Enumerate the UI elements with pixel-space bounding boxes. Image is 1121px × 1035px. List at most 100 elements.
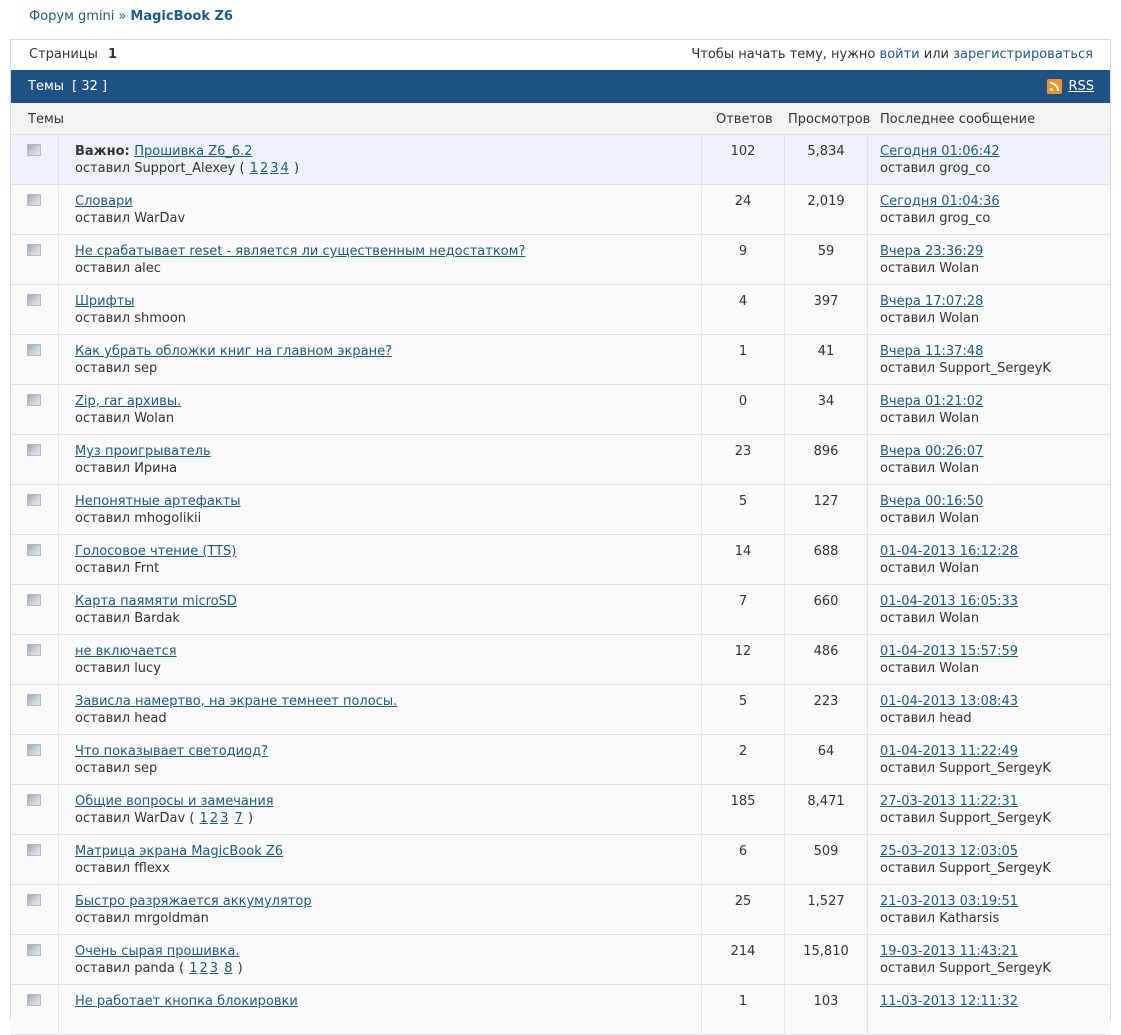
topic-icon-cell [11,635,59,684]
topic-page-link[interactable]: 2 [200,961,208,976]
login-link[interactable]: войти [880,47,920,62]
topic-link[interactable]: Быстро разряжается аккумулятор [75,894,312,909]
topic-link[interactable]: Как убрать обложки книг на главном экран… [75,344,392,359]
last-post-link[interactable]: 01-04-2013 16:12:28 [880,544,1018,559]
last-post-date: 01-04-2013 11:22:49 [880,744,1018,759]
topic-author: оставил mhogolikii [75,511,202,526]
topic-author: оставил Support_Alexey ( 1234 ) [75,161,300,176]
topic-pages: ( 123 7 ) [185,811,254,826]
topic-link[interactable]: Zip, rar архивы. [75,394,181,409]
topic-link[interactable]: Очень сырая прошивка. [75,944,239,959]
topic-rows: Важно: Прошивка Z6_6.2 оставил Support_Al… [11,135,1110,1035]
views-cell: 15,810 [785,935,868,984]
topic-icon-cell [11,685,59,734]
topic-link[interactable]: Зависла намертво, на экране темнеет поло… [75,694,397,709]
last-post-cell: Вчера 17:07:28 оставил Wolan [868,285,1108,334]
last-post-author: оставил Support_SergeyK [880,861,1051,876]
last-post-link[interactable]: 27-03-2013 11:22:31 [880,794,1018,809]
last-post-date: Вчера 17:07:28 [880,294,983,309]
topic-title-line: Что показывает светодиод? [75,744,268,759]
last-post-link[interactable]: 19-03-2013 11:43:21 [880,944,1018,959]
topic-link[interactable]: Прошивка Z6_6.2 [134,144,252,159]
rss-link[interactable]: RSS [1068,70,1094,103]
topic-row: Что показывает светодиод? оставил sep 2 64 0… [11,735,1110,785]
topic-link[interactable]: Не работает кнопка блокировки [75,994,298,1009]
replies-count: 1 [738,994,748,1009]
topic-title-line: Zip, rar архивы. [75,394,181,409]
last-post-link[interactable]: 01-04-2013 15:57:59 [880,644,1018,659]
topic-page-link[interactable]: 2 [260,161,268,176]
topic-title-cell: Общие вопросы и замечания оставил WarDav … [58,785,702,834]
topic-link[interactable]: Что показывает светодиод? [75,744,268,759]
topic-link[interactable]: не включается [75,644,177,659]
topic-author: оставил Bardak [75,611,180,626]
last-post-link[interactable]: Вчера 00:16:50 [880,494,983,509]
topic-page-link[interactable]: 2 [210,811,218,826]
topic-page-link[interactable]: 1 [250,161,258,176]
last-post-link[interactable]: 01-04-2013 16:05:33 [880,594,1018,609]
topic-link[interactable]: Словари [75,194,133,209]
last-post-link[interactable]: Вчера 23:36:29 [880,244,983,259]
last-post-link[interactable]: Вчера 11:37:48 [880,344,983,359]
breadcrumb-forum-link[interactable]: Форум gmini [29,9,114,24]
topic-title-cell: Как убрать обложки книг на главном экран… [58,335,702,384]
topic-title-cell: Важно: Прошивка Z6_6.2 оставил Support_Al… [58,135,702,184]
topic-title-cell: Муз проигрыватель оставил Ирина [58,435,702,484]
topic-status-icon [27,644,41,656]
last-post-link[interactable]: Вчера 17:07:28 [880,294,983,309]
last-post-cell: 27-03-2013 11:22:31 оставил Support_Serge… [868,785,1108,834]
topic-link[interactable]: Карта паямяти microSD [75,594,237,609]
topic-row: Муз проигрыватель оставил Ирина 23 896 Вчера… [11,435,1110,485]
topic-page-link[interactable]: 3 [220,811,228,826]
replies-count: 7 [738,594,748,609]
last-post-link[interactable]: Вчера 00:26:07 [880,444,983,459]
rss-icon[interactable] [1047,79,1063,94]
replies-count: 14 [734,544,752,559]
topic-status-icon [27,344,41,356]
pagination-label: Страницы [29,47,98,62]
last-post-date: 27-03-2013 11:22:31 [880,794,1018,809]
last-post-link[interactable]: 11-03-2013 12:11:32 [880,994,1018,1009]
replies-cell: 0 [702,385,785,434]
topic-title-cell: Матрица экрана MagicBook Z6 оставил fflex… [58,835,702,884]
views-cell: 103 [785,985,868,1034]
topic-link[interactable]: Общие вопросы и замечания [75,794,274,809]
last-post-author: оставил head [880,711,972,726]
topic-link[interactable]: Голосовое чтение (TTS) [75,544,236,559]
last-post-author: оставил Wolan [880,611,980,626]
last-post-link[interactable]: 21-03-2013 03:19:51 [880,894,1018,909]
topic-title-cell: Голосовое чтение (TTS) оставил Frnt [58,535,702,584]
topic-page-link[interactable]: 3 [210,961,218,976]
topic-title-line: Зависла намертво, на экране темнеет поло… [75,694,397,709]
topic-row: Очень сырая прошивка. оставил panda ( 123… [11,935,1110,985]
topics-header-bar: Темы [ 32 ] RSS [11,70,1110,103]
topic-link[interactable]: Не срабатывает reset - является ли сущес… [75,244,525,259]
last-post-date: 21-03-2013 03:19:51 [880,894,1018,909]
topic-page-link[interactable]: 8 [224,961,232,976]
topic-link[interactable]: Матрица экрана MagicBook Z6 [75,844,283,859]
last-post-link[interactable]: Вчера 01:21:02 [880,394,983,409]
last-post-link[interactable]: 25-03-2013 12:03:05 [880,844,1018,859]
topic-page-link[interactable]: 1 [200,811,208,826]
topic-link[interactable]: Муз проигрыватель [75,444,211,459]
register-link[interactable]: зарегистрироваться [953,47,1093,62]
topic-page-link[interactable]: 3 [270,161,278,176]
last-post-link[interactable]: Сегодня 01:04:36 [880,194,1000,209]
topic-title-cell: Очень сырая прошивка. оставил panda ( 123… [58,935,702,984]
topic-page-link[interactable]: 1 [189,961,197,976]
topic-page-link[interactable]: 4 [281,161,289,176]
replies-cell: 14 [702,535,785,584]
topic-page-link[interactable]: 7 [235,811,243,826]
last-post-link[interactable]: 01-04-2013 13:08:43 [880,694,1018,709]
last-post-author: оставил Support_SergeyK [880,761,1051,776]
last-post-link[interactable]: 01-04-2013 11:22:49 [880,744,1018,759]
topic-status-icon [27,744,41,756]
breadcrumb-current: MagicBook Z6 [130,9,233,24]
topic-link[interactable]: Шрифты [75,294,135,309]
topic-icon-cell [11,135,59,184]
rss-feed: RSS [1047,70,1094,103]
last-post-link[interactable]: Сегодня 01:06:42 [880,144,1000,159]
last-post-date: Вчера 23:36:29 [880,244,983,259]
topic-link[interactable]: Непонятные артефакты [75,494,241,509]
views-count: 660 [813,594,839,609]
